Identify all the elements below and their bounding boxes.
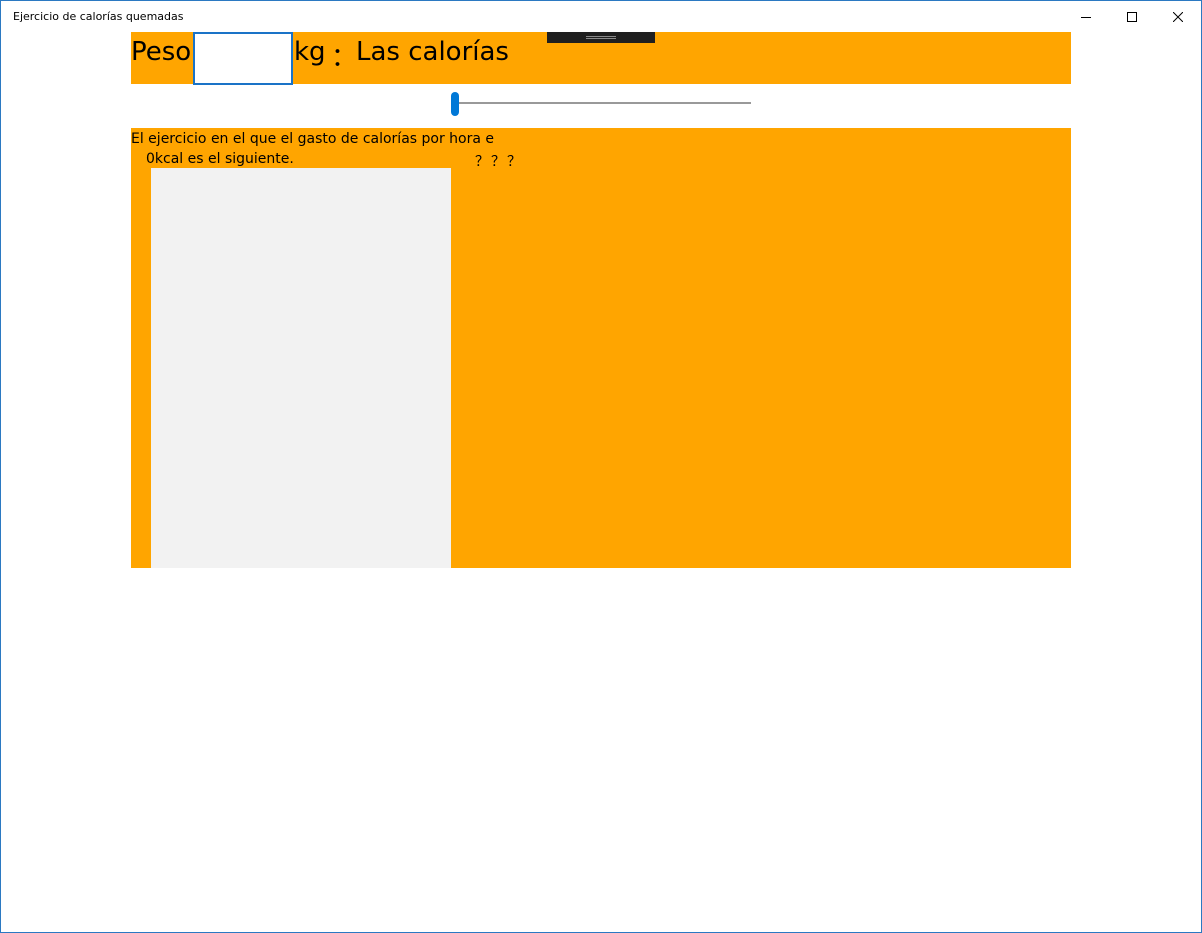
minimize-button[interactable] [1063,1,1109,32]
colon-separator: ： [331,43,358,73]
close-button[interactable] [1155,1,1201,32]
weight-bar: Peso kg ： Las calorías [131,32,1071,85]
maximize-button[interactable] [1109,1,1155,32]
close-icon [1173,11,1183,22]
grip-line [586,36,616,37]
description-line-1: El ejercicio en el que el gasto de calor… [131,131,495,147]
exercise-list[interactable] [151,168,451,568]
slider-thumb[interactable] [451,92,459,116]
results-panel: El ejercicio en el que el gasto de calor… [131,128,1071,568]
calorie-slider[interactable] [451,91,751,117]
window-title: Ejercicio de calorías quemadas [13,10,184,23]
description-line-2: 0kcal es el siguiente. [146,151,294,167]
grip-line [586,38,616,39]
slider-track[interactable] [455,102,751,104]
kg-label: kg [294,37,326,67]
unknown-value: ？？？ [475,154,523,170]
drag-handle[interactable] [547,32,655,43]
weight-input[interactable] [193,32,293,85]
minimize-icon [1081,16,1091,18]
peso-label: Peso [131,37,192,67]
title-bar[interactable]: Ejercicio de calorías quemadas [1,1,1201,32]
calorias-label: Las calorías [356,37,509,67]
app-window: Ejercicio de calorías quemadas Peso kg ：… [0,0,1202,933]
maximize-icon [1127,11,1137,22]
